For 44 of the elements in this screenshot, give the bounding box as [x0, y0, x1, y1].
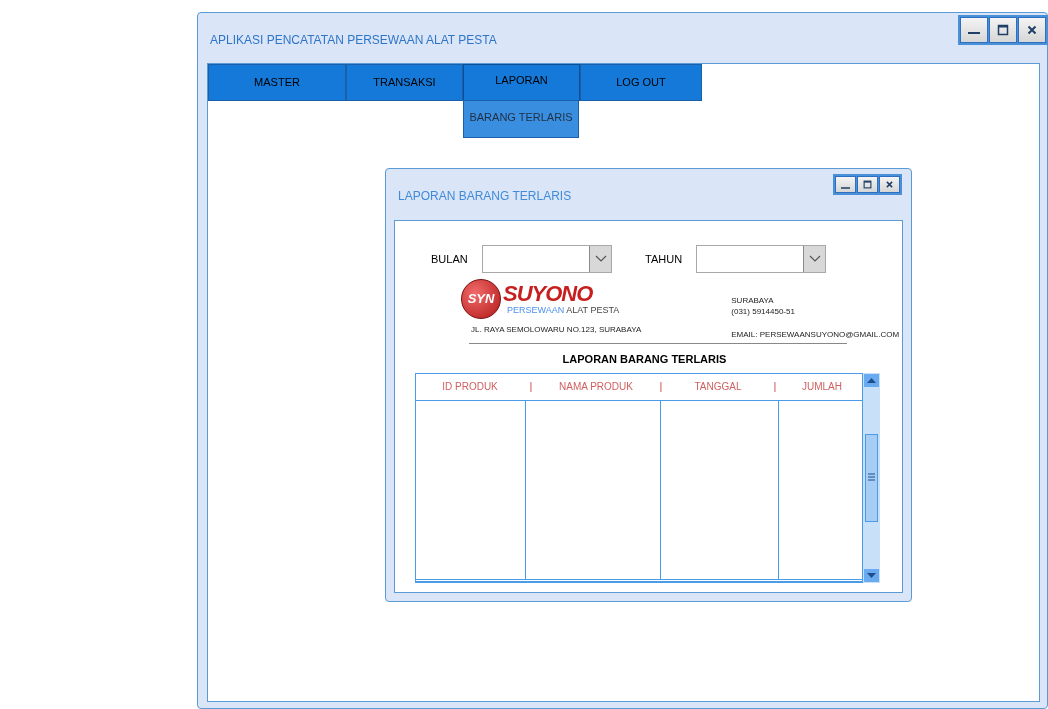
report-title: LAPORAN BARANG TERLARIS [562, 352, 727, 367]
close-icon [885, 180, 894, 189]
phone-text: (031) 5914450-51 [731, 306, 796, 317]
column-header: ID PRODUK [441, 380, 499, 394]
maximize-icon [997, 24, 1009, 36]
maximize-button[interactable] [857, 176, 878, 193]
scroll-up-icon [864, 373, 879, 387]
dropdown-field[interactable] [482, 245, 612, 273]
column-header: JUMLAH [801, 380, 843, 394]
menu-item[interactable]: TRANSAKSI [346, 64, 463, 101]
close-button[interactable] [1018, 17, 1046, 43]
chevron-down-icon [808, 255, 821, 263]
logo-badge: SYN [461, 279, 501, 319]
menu-item[interactable]: LOG OUT [580, 64, 702, 101]
maximize-icon [863, 180, 872, 189]
column-header: TANGGAL [693, 380, 743, 394]
column-header: NAMA PRODUK [558, 380, 634, 394]
close-button[interactable] [879, 176, 900, 193]
column-separator: | [528, 380, 534, 394]
city-text: SURABAYA [731, 295, 775, 306]
address-text: JL. RAYA SEMOLOWARU NO.123, SURABAYA [471, 324, 642, 336]
scrollbar[interactable] [863, 372, 880, 583]
scroll-down-icon [864, 568, 879, 582]
chevron-down-icon [594, 255, 607, 263]
column-separator: | [772, 380, 778, 394]
minimize-button[interactable] [960, 17, 988, 43]
email-text: EMAIL: PERSEWAANSUYONO@GMAIL.COM [731, 329, 900, 340]
column-separator: | [658, 380, 664, 394]
dropdown-field[interactable] [696, 245, 826, 273]
filter-label: TAHUN [645, 251, 684, 267]
dialog-title: LAPORAN BARANG TERLARIS [398, 188, 572, 205]
menu-item[interactable]: LAPORAN [463, 64, 580, 101]
minimize-icon [841, 186, 850, 189]
scroll-thumb-icon [865, 433, 878, 522]
logo-tagline: PERSEWAAN ALAT PESTA [507, 305, 620, 315]
minimize-icon [968, 32, 980, 34]
filter-label: BULAN [431, 251, 469, 267]
close-icon [1026, 24, 1038, 36]
logo-name: SUYONO [503, 283, 594, 305]
menu-item[interactable]: MASTER [208, 64, 346, 101]
dropdown-menu-item[interactable]: BARANG TERLARIS [463, 100, 579, 138]
minimize-button[interactable] [835, 176, 856, 193]
maximize-button[interactable] [989, 17, 1017, 43]
window-title: APLIKASI PENCATATAN PERSEWAAN ALAT PESTA [210, 32, 497, 49]
